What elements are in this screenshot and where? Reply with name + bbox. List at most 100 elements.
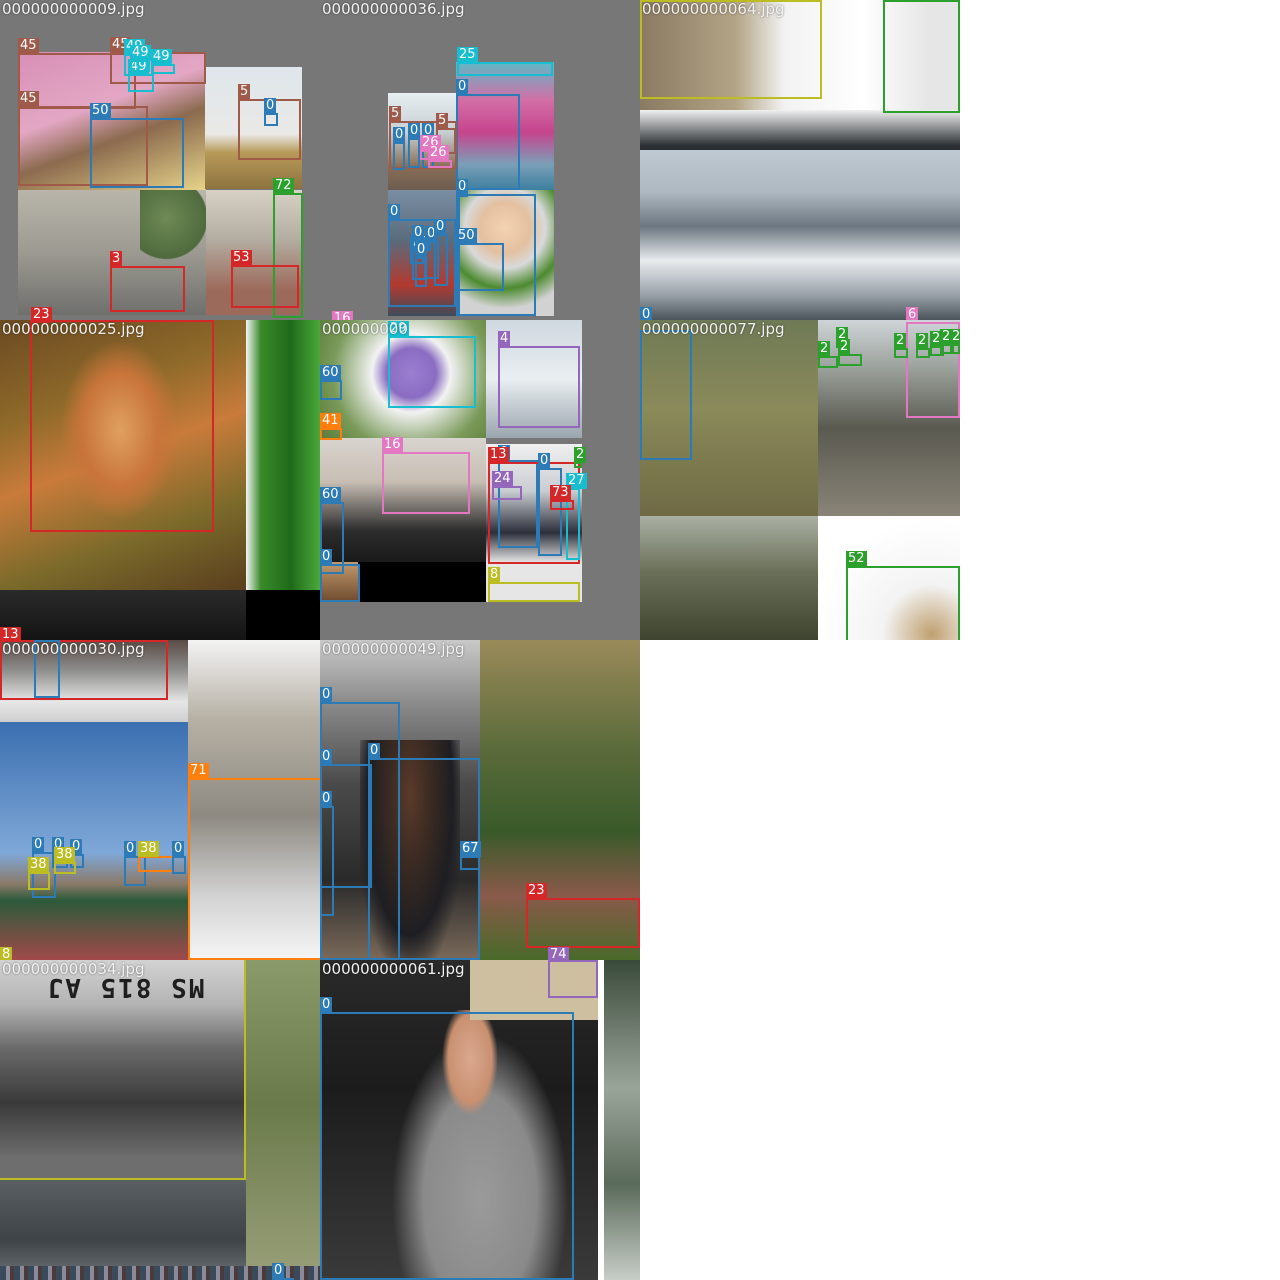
mountain-photo: [640, 150, 960, 320]
bbox-label: 5: [436, 113, 449, 129]
tray-shadow-photo: [640, 110, 960, 150]
mosaic-tile-7: 000000000049.jpg 0 0 0 0 67 23 74: [320, 640, 640, 960]
bbox-label: 0: [264, 98, 277, 114]
bbox-label: 0: [434, 219, 447, 235]
mosaic-tile-9: 000000000061.jpg 0: [320, 960, 640, 1280]
bbox-label: 67: [460, 841, 481, 857]
mosaic-tile-2: 000000000064.jpg 0 6: [640, 0, 960, 320]
bbox-label: 0: [272, 1263, 285, 1279]
mosaic-tile-5: 000000000077.jpg 2 2 2 2 2 2 2 2 52: [640, 320, 960, 640]
bbox-25: 25: [457, 47, 553, 76]
bbox-4: 4: [498, 331, 580, 428]
mosaic-tile-0: 000000000009.jpg 45 45 45 49 49 49 49 50…: [0, 0, 320, 320]
bbox-label: 0: [368, 743, 381, 759]
bbox-53: 53: [231, 250, 299, 308]
bbox-49: 49: [151, 49, 175, 74]
bbox-2: 2: [894, 333, 908, 358]
bbox-0: 0: [264, 98, 278, 126]
bbox-0: 0: [538, 453, 562, 556]
bbox-label: 49: [151, 49, 172, 65]
tile-filename: 000000000061.jpg: [322, 960, 465, 978]
bbox-label: 50: [90, 103, 111, 119]
bbox-label: 60: [320, 487, 341, 503]
bbox-label: 53: [231, 250, 252, 266]
dark-photo: [0, 590, 246, 640]
bbox-label: 23: [31, 307, 52, 320]
bbox-label: 2: [950, 329, 960, 345]
bbox-50: 50: [90, 103, 184, 188]
bbox-label: 0: [408, 123, 421, 139]
bbox-67: 67: [460, 841, 481, 870]
bbox-label: 45: [18, 38, 39, 54]
bbox-label: 2: [838, 339, 851, 355]
water-photo: [0, 1180, 246, 1280]
bbox-label: 74: [548, 947, 569, 960]
bbox-bus-part: [0, 960, 246, 1180]
bbox-runner: [640, 330, 692, 460]
tile-filename: 000000000049.jpg: [322, 640, 465, 658]
bbox-41: 41: [320, 413, 342, 440]
bbox-0: 0: [408, 123, 421, 168]
bbox-label: 0: [320, 997, 333, 1013]
tile-filename: 000000000030.jpg: [2, 640, 145, 658]
bbox-38: 38: [28, 857, 50, 890]
bbox-24: 24: [492, 471, 522, 500]
tile-filename: 000000000036.jpg: [322, 0, 465, 18]
tile-filename: 000000000077.jpg: [642, 320, 785, 338]
bbox-0: 0: [456, 79, 520, 190]
bbox-label: 72: [273, 178, 294, 194]
bbox-71: 71: [188, 763, 320, 960]
bbox-label: 16: [332, 311, 353, 320]
bbox-0: 0: [456, 179, 536, 316]
bbox-label: 73: [550, 485, 571, 501]
bbox-0: 0: [434, 219, 448, 286]
bbox-label: 2: [818, 341, 831, 357]
bbox-label: 0: [320, 549, 333, 565]
bbox-0: 0: [393, 127, 406, 170]
bbox-label: 0: [124, 841, 137, 857]
bbox-label: 2: [894, 333, 907, 349]
bbox-60: 60: [320, 365, 342, 400]
bbox-label: 0: [456, 179, 469, 195]
bbox-2: 2: [950, 329, 960, 354]
bbox-label: 6: [906, 307, 919, 320]
bbox-label: 38: [54, 847, 75, 863]
tile-filename: 000000000064.jpg: [642, 0, 785, 18]
bbox-49: 49: [130, 45, 151, 72]
bbox-0: 0: [320, 791, 334, 916]
bbox-label: 0: [320, 791, 333, 807]
bbox-23: 23: [526, 883, 640, 948]
bbox-label: 13: [488, 447, 509, 463]
bbox-label: 5: [389, 106, 402, 122]
bbox-label: 0: [393, 127, 406, 143]
bbox-16: 16: [382, 437, 470, 514]
tile-filename: 000000000025.jpg: [2, 320, 145, 338]
bbox-2: 2: [916, 333, 930, 358]
bbox-label: 71: [188, 763, 209, 779]
bbox-26: 26: [428, 145, 452, 168]
bbox-label: 60: [320, 365, 341, 381]
bbox-label: 38: [138, 841, 159, 857]
bbox-23: 23: [30, 320, 214, 532]
bbox-label: 0: [320, 749, 333, 765]
bbox-29: 29: [388, 321, 476, 408]
bbox-3: 3: [110, 251, 185, 312]
tile-filename: 000000000009.jpg: [2, 0, 145, 18]
leaves-photo: [246, 320, 320, 590]
bbox-38: 38: [54, 847, 76, 874]
bbox-label: 26: [428, 145, 449, 161]
mosaic-tile-3: 000000000025.jpg 23 13: [0, 320, 320, 640]
bbox-label: 2: [574, 447, 587, 463]
bbox-label: 3: [110, 251, 123, 267]
tree-branches-photo: [640, 516, 818, 640]
bbox-label: 23: [526, 883, 547, 899]
bbox-label: 16: [382, 437, 403, 453]
tree-overlay-photo: [140, 190, 206, 260]
bbox-38: 38: [138, 841, 174, 872]
mosaic-tile-1: 000000000036.jpg 25 0 5 5 0 0 0 26 26 0 …: [320, 0, 640, 320]
bbox-0: 0: [320, 997, 574, 1280]
bbox-label: 0: [538, 453, 551, 469]
bbox-2: 2: [838, 339, 862, 366]
bbox-label: 52: [846, 551, 867, 567]
grass-photo: [246, 960, 320, 1280]
